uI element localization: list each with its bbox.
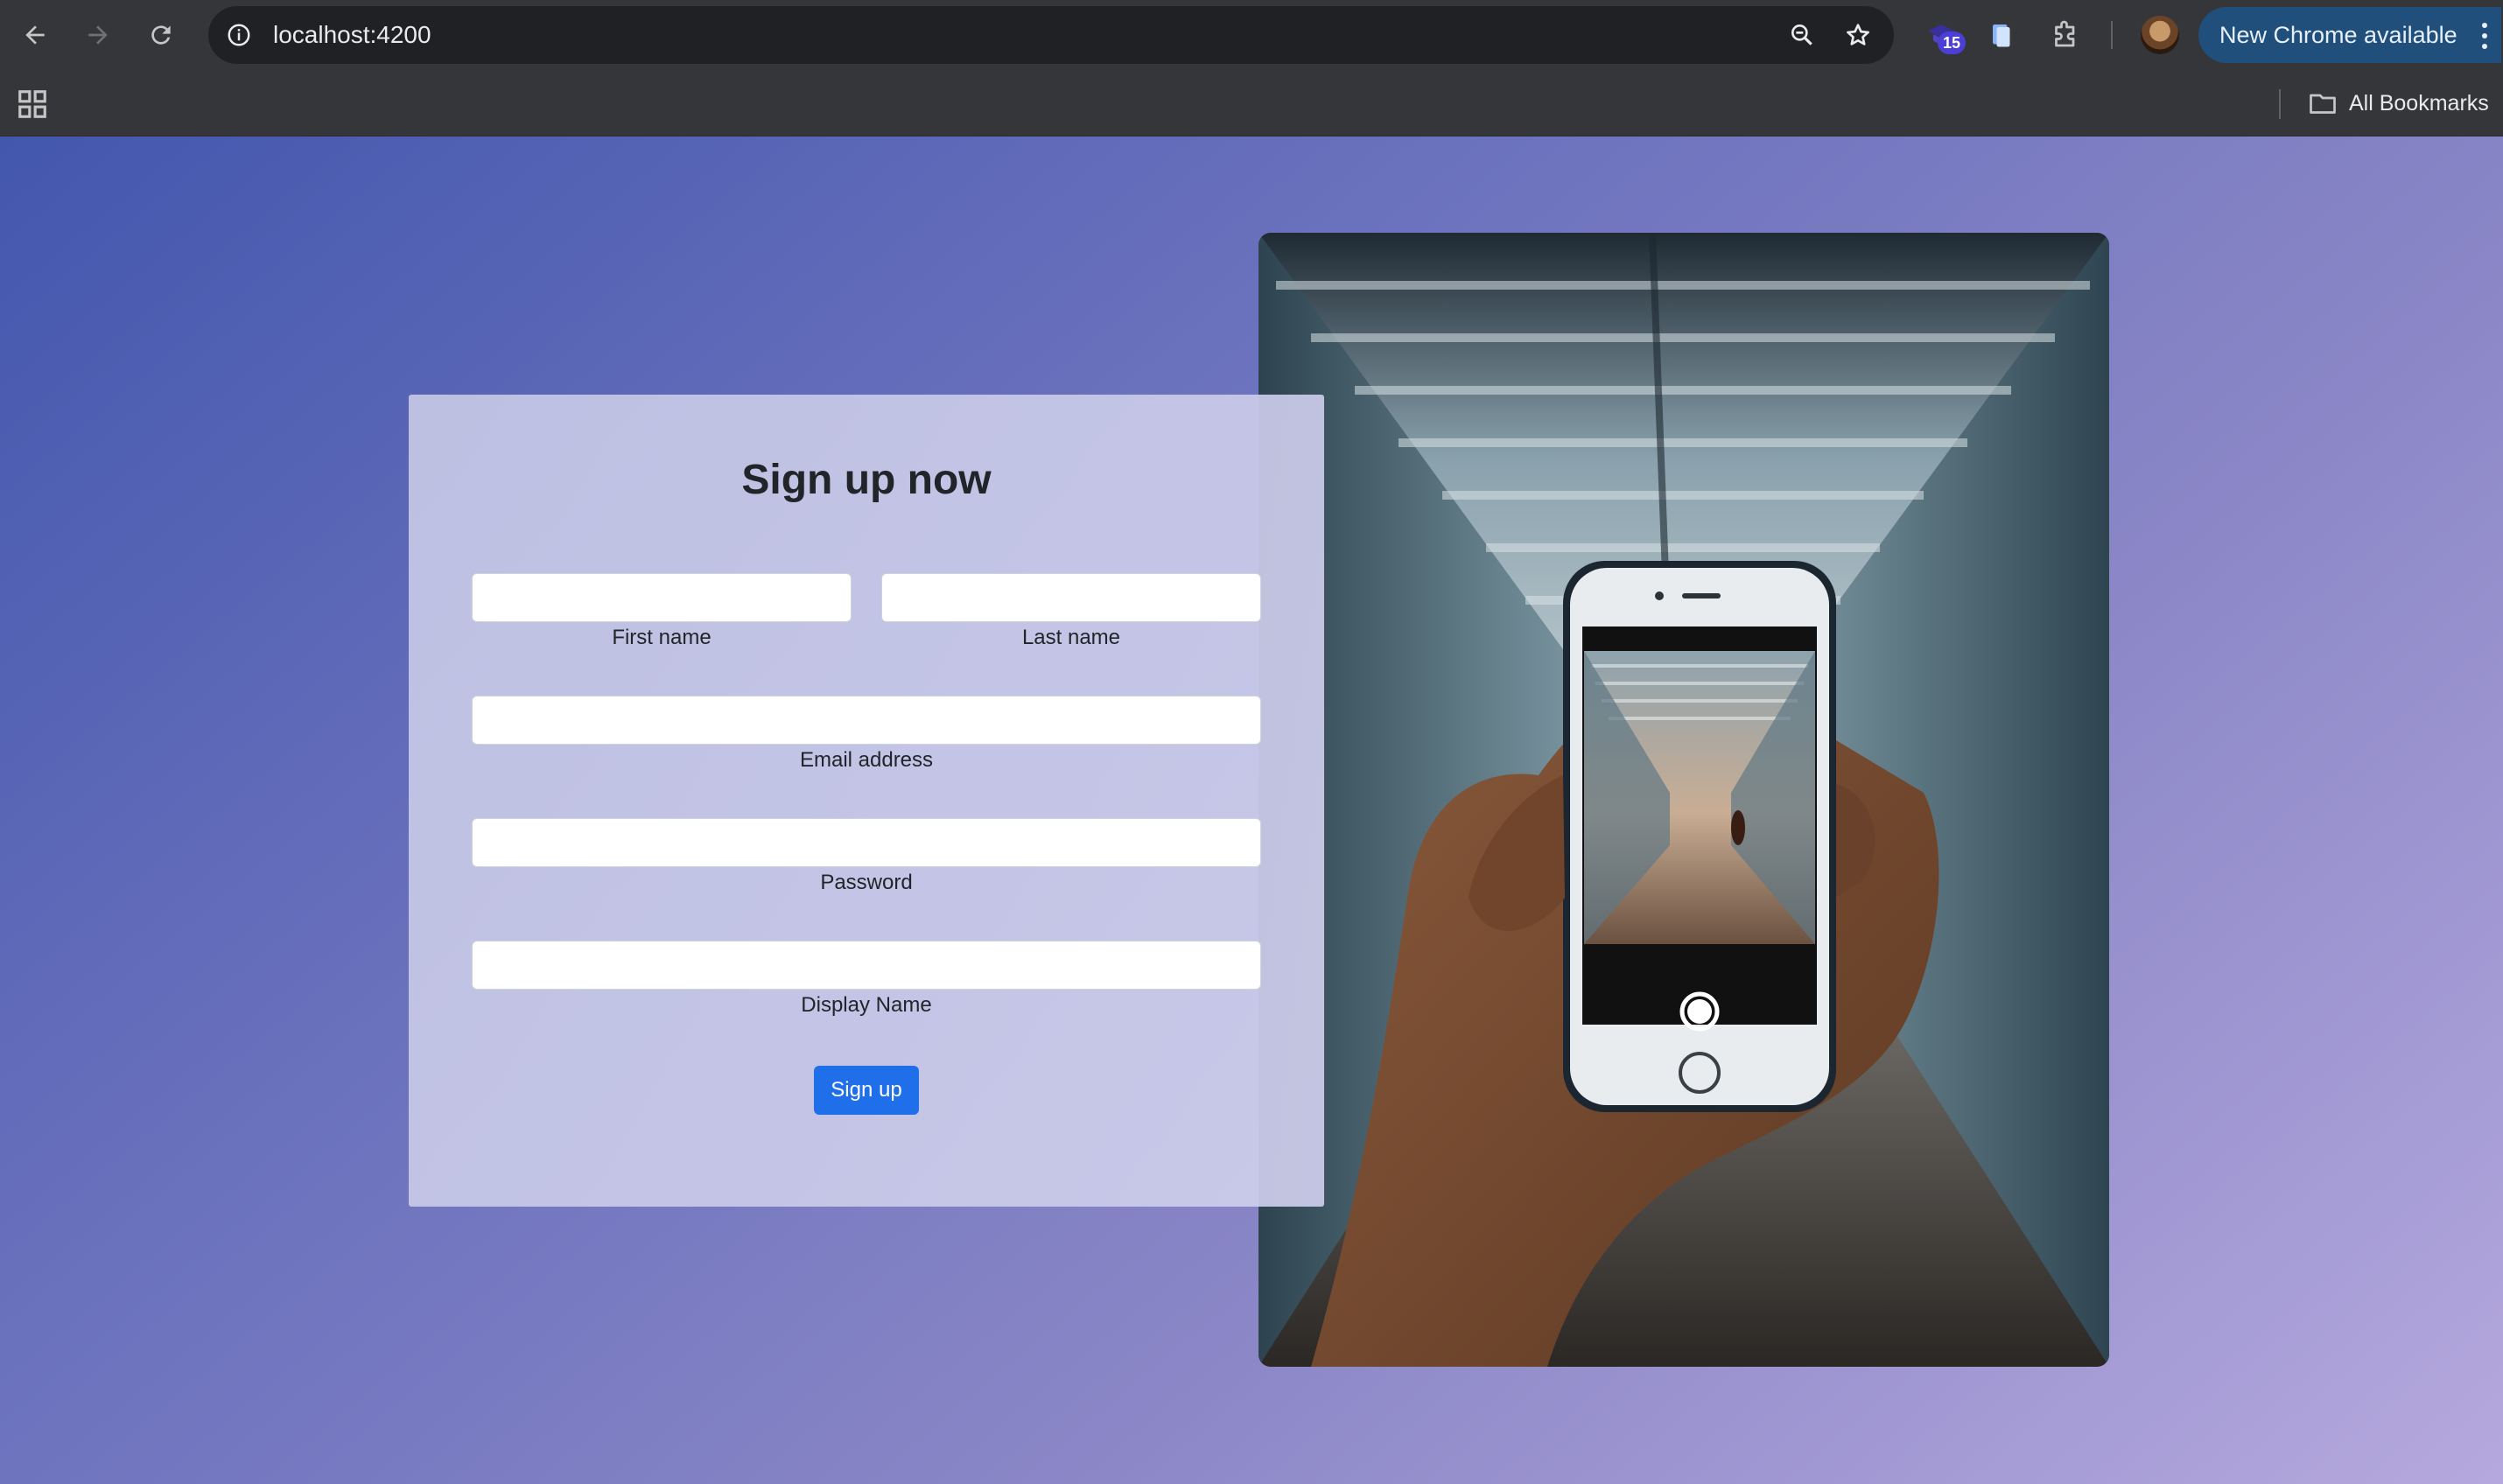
- apps-grid-icon[interactable]: [16, 88, 49, 121]
- bookmarks-bar: All Bookmarks: [0, 70, 2503, 136]
- all-bookmarks-button[interactable]: All Bookmarks: [2307, 86, 2489, 121]
- profile-avatar[interactable]: [2141, 16, 2179, 54]
- forward-button[interactable]: [75, 12, 121, 58]
- back-button[interactable]: [12, 12, 58, 58]
- hero-photo: [1259, 233, 2109, 1367]
- last-name-field[interactable]: [881, 573, 1261, 622]
- update-chip-label: New Chrome available: [2219, 22, 2457, 48]
- email-field[interactable]: [472, 696, 1261, 745]
- last-name-label: Last name: [1021, 626, 1121, 649]
- arrow-left-icon: [25, 25, 45, 45]
- bookmarks-divider: [2279, 89, 2281, 119]
- arrow-right-icon: [88, 25, 108, 45]
- display-name-label: Display Name: [801, 993, 932, 1017]
- email-label: Email address: [799, 748, 934, 772]
- password-label: Password: [820, 871, 913, 894]
- page-background: Sign up now First name Last name Email a…: [0, 136, 2503, 1484]
- all-bookmarks-label: All Bookmarks: [2349, 90, 2489, 116]
- folder-icon: [2310, 94, 2336, 114]
- display-name-field[interactable]: [472, 941, 1261, 990]
- browser-toolbar: localhost:4200 15 New Chrome available: [0, 0, 2503, 70]
- extension-document-icon[interactable]: [1980, 14, 2022, 56]
- bookmark-star-icon[interactable]: [1840, 17, 1876, 53]
- reload-button[interactable]: [138, 12, 184, 58]
- page-title: Sign up now: [741, 457, 992, 503]
- zoom-icon[interactable]: [1784, 17, 1820, 53]
- signup-card: Sign up now First name Last name Email a…: [409, 395, 1324, 1207]
- new-chrome-available-button[interactable]: New Chrome available: [2198, 7, 2501, 63]
- first-name-label: First name: [612, 626, 712, 649]
- toolbar-divider: [2111, 21, 2113, 49]
- reload-icon: [151, 25, 171, 45]
- extensions-puzzle-icon[interactable]: [2044, 14, 2086, 56]
- password-field[interactable]: [472, 818, 1261, 867]
- url-text[interactable]: localhost:4200: [273, 6, 431, 64]
- kebab-menu-icon[interactable]: [2480, 23, 2489, 49]
- site-info-icon[interactable]: [219, 15, 259, 55]
- address-bar[interactable]: localhost:4200: [208, 6, 1894, 64]
- first-name-field[interactable]: [472, 573, 852, 622]
- sign-up-button[interactable]: Sign up: [814, 1066, 919, 1115]
- extension-badge: 15: [1938, 32, 1966, 54]
